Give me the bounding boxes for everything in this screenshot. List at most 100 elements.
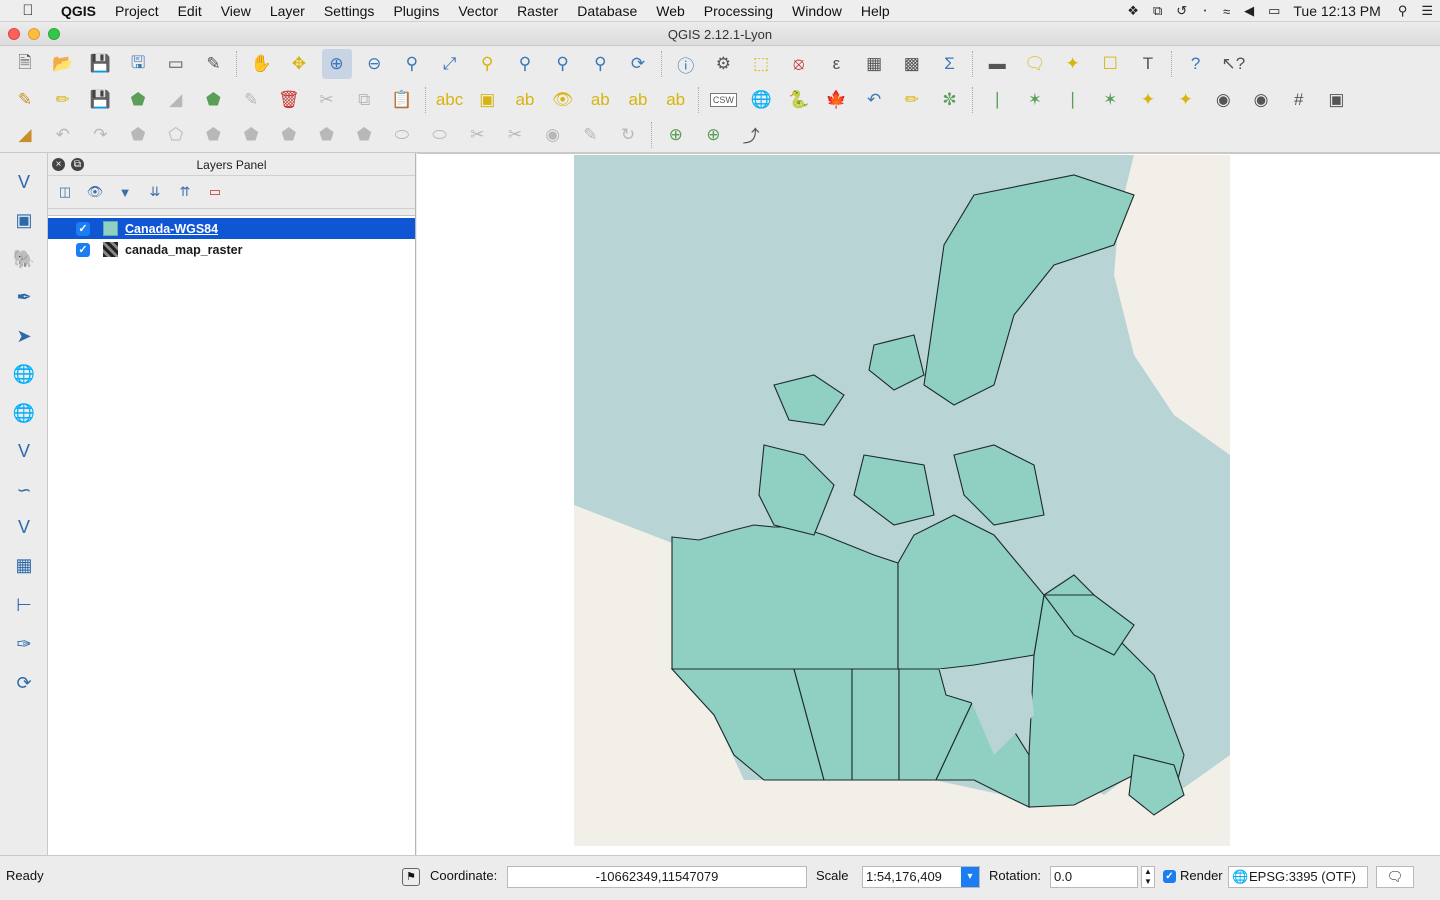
refresh-icon[interactable]: ⟳ [623, 49, 653, 79]
plugin-bug-icon[interactable]: ✼ [935, 85, 965, 115]
add-gpx-layer-icon[interactable]: ✑ [8, 628, 40, 660]
delete-ring-adv-icon[interactable]: ⬟ [312, 120, 342, 150]
delete-part-icon[interactable]: ✦ [1171, 85, 1201, 115]
spotlight-search-icon[interactable]: ⚲ [1398, 3, 1408, 19]
menu-help[interactable]: Help [852, 3, 900, 19]
run-feature-action-icon[interactable]: ⚙ [708, 49, 738, 79]
notification-list-icon[interactable]: ☰ [1421, 3, 1433, 19]
move-feature-icon[interactable]: ⬟ [198, 85, 228, 115]
refresh-layer-icon[interactable]: ⟳ [8, 667, 40, 699]
layer-row-canada-wgs84[interactable]: ✓ Canada-WGS84 [48, 218, 415, 239]
menu-database[interactable]: Database [568, 3, 647, 19]
messages-button[interactable]: 🗨 [1376, 866, 1414, 888]
add-postgis-layer-icon[interactable]: 🐘 [8, 243, 40, 275]
add-group-icon[interactable]: ◫ [54, 181, 76, 203]
metasearch-csw-icon[interactable]: CSW [708, 85, 738, 115]
add-gps-point-icon[interactable]: ⊕ [661, 120, 691, 150]
zoom-full-icon[interactable]: ⤢ [435, 49, 465, 79]
apple-menu-icon[interactable]:  [18, 2, 38, 19]
statistical-summary-icon[interactable]: Σ [935, 49, 965, 79]
menu-view[interactable]: View [212, 3, 261, 19]
rotate-label-icon[interactable]: ab [623, 85, 653, 115]
split-parts-icon[interactable]: ✂ [500, 120, 530, 150]
add-spatialite-layer-icon[interactable]: ✒ [8, 281, 40, 313]
time-machine-icon[interactable]: ↺ [1176, 3, 1187, 19]
dropbox-icon[interactable]: ❖ [1127, 3, 1139, 19]
manage-visibility-icon[interactable]: 👁 [84, 181, 106, 203]
add-part-adv-icon[interactable]: ⬟ [236, 120, 266, 150]
menu-clock[interactable]: Tue 12:13 PM [1293, 3, 1380, 19]
zoom-last-icon[interactable]: ⚲ [548, 49, 578, 79]
undo-icon[interactable]: ↶ [48, 120, 78, 150]
move-label-icon[interactable]: ab [585, 85, 615, 115]
saskatchewan-polygon[interactable] [851, 668, 900, 781]
render-checkbox[interactable]: ✓ [1163, 870, 1176, 883]
expand-all-icon[interactable]: ⇊ [144, 181, 166, 203]
menu-processing[interactable]: Processing [695, 3, 783, 19]
layer-visibility-checkbox[interactable]: ✓ [76, 242, 90, 257]
add-wcs-layer-icon[interactable]: 🌐 [8, 397, 40, 429]
add-wms-layer-icon[interactable]: 🌐 [8, 358, 40, 390]
pin-labels-icon[interactable]: ▣ [472, 85, 502, 115]
layer-labeling-options-icon[interactable]: abc [435, 85, 465, 115]
add-wms-globe-icon[interactable]: 🌐 [746, 85, 776, 115]
python-console-icon[interactable]: 🐍 [784, 85, 814, 115]
add-feature-dropdown-icon[interactable]: ◢ [161, 85, 191, 115]
add-vector-layer-icon[interactable]: V [8, 166, 40, 198]
add-vertex-icon[interactable]: ⊕ [698, 120, 728, 150]
menu-project[interactable]: Project [106, 3, 169, 19]
map-tips-icon[interactable]: 🗨 [1020, 49, 1050, 79]
menu-vector[interactable]: Vector [449, 3, 508, 19]
save-layer-edits-icon[interactable]: 💾 [85, 85, 115, 115]
menu-window[interactable]: Window [783, 3, 852, 19]
canada-maple-leaf-icon[interactable]: 🍁 [821, 85, 851, 115]
open-project-icon[interactable]: 📂 [48, 49, 78, 79]
battery-icon[interactable]: ▭ [1268, 3, 1280, 19]
add-part-icon[interactable]: ∣ [1058, 85, 1088, 115]
add-raster-layer-icon[interactable]: ▣ [8, 204, 40, 236]
whats-this-icon[interactable]: ↖? [1218, 49, 1248, 79]
zoom-native-resolution-icon[interactable]: ⚲ [397, 49, 427, 79]
map-render[interactable] [574, 155, 1230, 846]
pan-to-selection-icon[interactable]: ✥ [284, 49, 314, 79]
fill-ring-adv-icon[interactable]: ⬟ [274, 120, 304, 150]
show-bookmarks-icon[interactable]: ☐ [1095, 49, 1125, 79]
zoom-in-icon[interactable]: ⊕ [321, 49, 352, 79]
menu-settings[interactable]: Settings [315, 3, 385, 19]
simplify-feature-icon[interactable]: ∣ [982, 85, 1012, 115]
add-ring-adv-icon[interactable]: ⬟ [198, 120, 228, 150]
rotate-point-symbols-icon[interactable]: ↻ [613, 120, 643, 150]
change-label-icon[interactable]: ab [661, 85, 691, 115]
select-by-expression-icon[interactable]: ε [821, 49, 851, 79]
map-canvas[interactable] [417, 153, 1440, 855]
open-attribute-table-icon[interactable]: ▦ [859, 49, 889, 79]
add-delimited-text-layer-icon[interactable]: ∽ [8, 474, 40, 506]
deselect-all-icon[interactable]: ⦻ [784, 49, 814, 79]
coordinate-toggle-icon[interactable]: ⚑ [402, 868, 420, 886]
toggle-editing-icon[interactable]: ✏ [48, 85, 78, 115]
new-project-icon[interactable]: 🗎 [10, 49, 40, 79]
measure-line-icon[interactable]: ▬ [982, 49, 1012, 79]
offset-adv-icon[interactable]: ⬭ [425, 120, 455, 150]
add-virtual-layer-icon[interactable]: ⊢ [8, 589, 40, 621]
undo-redo-icon[interactable]: ↶ [859, 85, 889, 115]
menu-raster[interactable]: Raster [508, 3, 568, 19]
raster-tool-icon[interactable]: ▣ [1321, 85, 1351, 115]
menu-plugins[interactable]: Plugins [384, 3, 449, 19]
delete-ring-icon[interactable]: ✦ [1133, 85, 1163, 115]
show-hide-labels-icon[interactable]: 👁 [548, 85, 578, 115]
open-field-calculator-icon[interactable]: ▩ [897, 49, 927, 79]
rotation-stepper-icon[interactable]: ▲ ▼ [1141, 866, 1155, 888]
add-wfs-layer-icon[interactable]: V [8, 435, 40, 467]
bluetooth-icon[interactable]: ᛫ [1201, 4, 1209, 19]
save-as-icon[interactable]: 🖫 [123, 49, 153, 79]
rotation-input[interactable]: 0.0 [1050, 866, 1138, 888]
merge-features-icon[interactable]: ◉ [538, 120, 568, 150]
reshape-adv-icon[interactable]: ⬭ [387, 120, 417, 150]
help-contents-icon[interactable]: ? [1181, 49, 1211, 79]
zoom-out-icon[interactable]: ⊖ [359, 49, 389, 79]
save-project-icon[interactable]: 💾 [85, 49, 115, 79]
menu-web[interactable]: Web [647, 3, 695, 19]
delete-part-adv-icon[interactable]: ⬟ [349, 120, 379, 150]
highlight-pinned-labels-icon[interactable]: ab [510, 85, 540, 115]
